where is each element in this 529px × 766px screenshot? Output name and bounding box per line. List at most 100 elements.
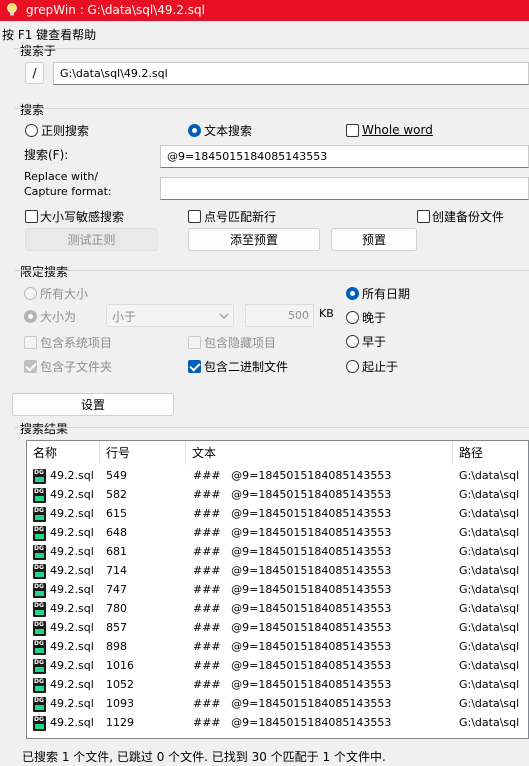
test-regex-button[interactable]: 测试正则 xyxy=(25,228,158,251)
table-row[interactable]: 49.2.sql 747 ### @9=1845015184085143553 G:\… xyxy=(27,581,528,600)
text-search-radio[interactable] xyxy=(188,124,201,137)
window-title: grepWin : G:\data\sql\49.2.sql xyxy=(26,3,205,17)
table-row[interactable]: 49.2.sql 615 ### @9=1845015184085143553 G:\… xyxy=(27,505,528,524)
older-radio[interactable] xyxy=(346,335,359,348)
text-search-label[interactable]: 文本搜索 xyxy=(204,122,252,139)
table-row[interactable]: 49.2.sql 648 ### @9=1845015184085143553 G:\… xyxy=(27,524,528,543)
newer-label[interactable]: 晚于 xyxy=(362,309,386,326)
result-name: 49.2.sql xyxy=(50,469,94,482)
search-path-input[interactable]: G:\data\sql\49.2.sql xyxy=(53,62,529,85)
results-group-label: 搜索结果 xyxy=(20,422,69,436)
table-row[interactable]: 49.2.sql 1093 ### @9=1845015184085143553 G:… xyxy=(27,695,528,714)
result-line: 648 xyxy=(106,526,127,539)
help-hint: 按 F1 键查看帮助 xyxy=(2,28,97,42)
column-header-text[interactable]: 文本 xyxy=(186,441,453,465)
result-path: G:\data\sql xyxy=(459,602,520,615)
between-radio[interactable] xyxy=(346,360,359,373)
size-value-input[interactable]: 500 xyxy=(245,304,314,327)
all-dates-radio[interactable] xyxy=(346,287,359,300)
regex-radio[interactable] xyxy=(25,124,38,137)
search-text-input[interactable]: @9=1845015184085143553 xyxy=(160,145,529,168)
include-hidden-checkbox[interactable] xyxy=(188,336,201,349)
result-path: G:\data\sql xyxy=(459,488,520,501)
result-path: G:\data\sql xyxy=(459,621,520,634)
table-row[interactable]: 49.2.sql 714 ### @9=1845015184085143553 G:\… xyxy=(27,562,528,581)
datagrip-file-icon xyxy=(33,507,46,522)
between-label[interactable]: 起止于 xyxy=(362,358,398,375)
backup-label[interactable]: 创建备份文件 xyxy=(432,208,504,225)
result-line: 747 xyxy=(106,583,127,596)
replace-text-input[interactable] xyxy=(160,177,529,200)
case-sensitive-label[interactable]: 大小写敏感搜索 xyxy=(40,208,124,225)
table-row[interactable]: 49.2.sql 857 ### @9=1845015184085143553 G:\… xyxy=(27,619,528,638)
limit-group-label: 限定搜索 xyxy=(20,265,69,279)
datagrip-file-icon xyxy=(33,716,46,731)
result-path: G:\data\sql xyxy=(459,659,520,672)
chevron-down-icon xyxy=(219,313,229,319)
datagrip-file-icon xyxy=(33,526,46,541)
include-system-label[interactable]: 包含系统项目 xyxy=(40,334,112,351)
result-path: G:\data\sql xyxy=(459,583,520,596)
size-is-label[interactable]: 大小为 xyxy=(40,308,76,325)
result-path: G:\data\sql xyxy=(459,697,520,710)
column-header-line[interactable]: 行号 xyxy=(100,441,186,465)
result-line: 898 xyxy=(106,640,127,653)
include-hidden-label[interactable]: 包含隐藏项目 xyxy=(204,334,276,351)
add-preset-button[interactable]: 添至预置 xyxy=(188,228,320,251)
older-label[interactable]: 早于 xyxy=(362,333,386,350)
result-path: G:\data\sql xyxy=(459,564,520,577)
datagrip-file-icon xyxy=(33,640,46,655)
table-row[interactable]: 49.2.sql 582 ### @9=1845015184085143553 G:\… xyxy=(27,486,528,505)
newer-radio[interactable] xyxy=(346,311,359,324)
table-row[interactable]: 49.2.sql 549 ### @9=1845015184085143553 G:\… xyxy=(27,467,528,486)
result-name: 49.2.sql xyxy=(50,621,94,634)
result-name: 49.2.sql xyxy=(50,564,94,577)
case-sensitive-checkbox[interactable] xyxy=(25,210,38,223)
result-path: G:\data\sql xyxy=(459,678,520,691)
regex-label[interactable]: 正则搜索 xyxy=(41,122,89,139)
result-text: ### @9=1845015184085143553 xyxy=(193,469,392,482)
lightbulb-icon xyxy=(7,3,17,16)
result-line: 582 xyxy=(106,488,127,501)
size-operator-dropdown[interactable]: 小于 xyxy=(106,304,234,327)
include-subfolders-label[interactable]: 包含子文件夹 xyxy=(40,358,112,375)
column-header-path[interactable]: 路径 xyxy=(453,441,528,465)
table-row[interactable]: 49.2.sql 1052 ### @9=1845015184085143553 G:… xyxy=(27,676,528,695)
result-line: 1052 xyxy=(106,678,134,691)
backup-checkbox[interactable] xyxy=(417,210,430,223)
browse-button[interactable]: / xyxy=(25,62,44,84)
size-operator-value: 小于 xyxy=(112,310,137,324)
result-line: 714 xyxy=(106,564,127,577)
table-row[interactable]: 49.2.sql 1129 ### @9=1845015184085143553 G:… xyxy=(27,714,528,733)
result-text: ### @9=1845015184085143553 xyxy=(193,659,392,672)
group-divider xyxy=(14,270,529,271)
result-name: 49.2.sql xyxy=(50,716,94,729)
all-sizes-radio[interactable] xyxy=(24,287,37,300)
table-row[interactable]: 49.2.sql 898 ### @9=1845015184085143553 G:\… xyxy=(27,638,528,657)
include-binary-checkbox[interactable] xyxy=(188,360,201,373)
table-row[interactable]: 49.2.sql 1016 ### @9=1845015184085143553 G:… xyxy=(27,657,528,676)
replace-label-line1: Replace with/ xyxy=(24,170,99,183)
result-name: 49.2.sql xyxy=(50,640,94,653)
table-row[interactable]: 49.2.sql 681 ### @9=1845015184085143553 G:\… xyxy=(27,543,528,562)
dot-newline-label[interactable]: 点号匹配新行 xyxy=(204,208,276,225)
table-row[interactable]: 49.2.sql 780 ### @9=1845015184085143553 G:\… xyxy=(27,600,528,619)
include-subfolders-checkbox[interactable] xyxy=(24,360,37,373)
result-name: 49.2.sql xyxy=(50,507,94,520)
whole-word-label[interactable]: Whole word xyxy=(362,123,433,137)
size-is-radio[interactable] xyxy=(24,310,37,323)
settings-button[interactable]: 设置 xyxy=(12,393,174,416)
preset-button[interactable]: 预置 xyxy=(331,228,417,251)
all-sizes-label[interactable]: 所有大小 xyxy=(40,285,88,302)
result-text: ### @9=1845015184085143553 xyxy=(193,526,392,539)
datagrip-file-icon xyxy=(33,469,46,484)
column-header-name[interactable]: 名称 xyxy=(27,441,100,465)
dot-newline-checkbox[interactable] xyxy=(188,210,201,223)
all-dates-label[interactable]: 所有日期 xyxy=(362,285,410,302)
whole-word-checkbox[interactable] xyxy=(346,124,359,137)
datagrip-file-icon xyxy=(33,678,46,693)
results-list[interactable]: 名称 行号 文本 路径 49.2.sql 549 ### @9=1845015184… xyxy=(26,440,529,739)
include-binary-label[interactable]: 包含二进制文件 xyxy=(204,358,288,375)
include-system-checkbox[interactable] xyxy=(24,336,37,349)
result-line: 681 xyxy=(106,545,127,558)
